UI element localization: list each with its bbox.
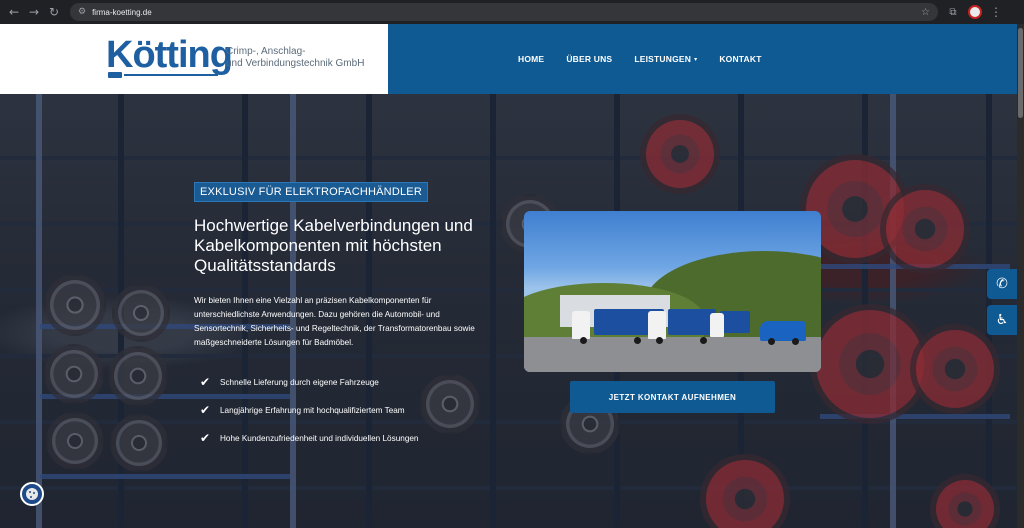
hero-description: Wir bieten Ihnen eine Vielzahl an präzis… [194, 296, 475, 347]
contact-cta-button[interactable]: JETZT KONTAKT AUFNEHMEN [570, 381, 775, 413]
scrollbar-thumb[interactable] [1018, 28, 1023, 118]
page-scrollbar[interactable] [1017, 24, 1024, 528]
trucks-photo [524, 211, 821, 372]
hero-title: Hochwertige Kabelverbindungen und Kabelk… [194, 216, 473, 275]
forward-icon[interactable]: → [24, 2, 44, 22]
nav-kontakt-label: KONTAKT [719, 54, 762, 64]
nav-home[interactable]: HOME [518, 54, 544, 64]
check-icon: ✔ [200, 375, 211, 389]
logo-subtitle-line2: und Verbindungstechnik GmbH [226, 58, 365, 69]
check-icon: ✔ [200, 403, 211, 417]
list-item: ✔ Hohe Kundenzufriedenheit und individue… [200, 424, 500, 452]
nav-leistungen-label: LEISTUNGEN [634, 54, 692, 64]
menu-kebab-icon[interactable]: ⋮ [990, 5, 1002, 19]
feature-text: Schnelle Lieferung durch eigene Fahrzeug… [220, 377, 379, 387]
address-bar[interactable]: ⚙ firma-koetting.de ☆ [70, 3, 938, 21]
plug-icon [108, 72, 218, 78]
chevron-down-icon: ▾ [694, 55, 698, 63]
nav-kontakt[interactable]: KONTAKT [719, 54, 761, 64]
url-text: firma-koetting.de [92, 7, 152, 17]
hero-background-image [0, 94, 1017, 528]
extensions-icon[interactable]: ⧉ [946, 5, 960, 19]
bookmark-star-icon[interactable]: ☆ [921, 7, 930, 18]
profile-avatar[interactable] [968, 5, 982, 19]
reload-icon[interactable]: ↻ [44, 2, 64, 22]
logo-subtitle-line1: Crimp-, Anschlag- [226, 46, 306, 57]
site-header: Kötting Crimp-, Anschlag- und Verbindung… [0, 24, 1017, 94]
phone-icon[interactable]: ✆ [987, 269, 1017, 299]
main-nav: HOME ÜBER UNS LEISTUNGEN ▾ KONTAKT [388, 24, 1017, 94]
site-info-icon[interactable]: ⚙ [78, 7, 86, 17]
logo[interactable]: Kötting Crimp-, Anschlag- und Verbindung… [0, 24, 388, 94]
nav-ueber-uns[interactable]: ÜBER UNS [566, 54, 612, 64]
feature-text: Langjährige Erfahrung mit hochqualifizie… [220, 405, 405, 415]
cookie-icon[interactable] [20, 482, 44, 506]
back-icon[interactable]: ← [4, 2, 24, 22]
hero-eyebrow-badge: EXKLUSIV FÜR ELEKTROFACHHÄNDLER [194, 182, 428, 202]
list-item: ✔ Schnelle Lieferung durch eigene Fahrze… [200, 368, 500, 396]
nav-home-label: HOME [518, 54, 545, 64]
browser-toolbar: ← → ↻ ⚙ firma-koetting.de ☆ ⧉ ⋮ [0, 0, 1024, 24]
list-item: ✔ Langjährige Erfahrung mit hochqualifiz… [200, 396, 500, 424]
accessibility-icon[interactable]: ♿ [987, 305, 1017, 335]
check-icon: ✔ [200, 431, 211, 445]
logo-wordmark: Kötting [106, 34, 233, 76]
logo-subtitle: Crimp-, Anschlag- und Verbindungstechnik… [226, 46, 364, 70]
nav-leistungen[interactable]: LEISTUNGEN ▾ [634, 54, 697, 64]
web-page: Kötting Crimp-, Anschlag- und Verbindung… [0, 24, 1017, 528]
nav-ueber-uns-label: ÜBER UNS [566, 54, 613, 64]
feature-list: ✔ Schnelle Lieferung durch eigene Fahrze… [200, 368, 500, 452]
feature-text: Hohe Kundenzufriedenheit und individuell… [220, 433, 419, 443]
